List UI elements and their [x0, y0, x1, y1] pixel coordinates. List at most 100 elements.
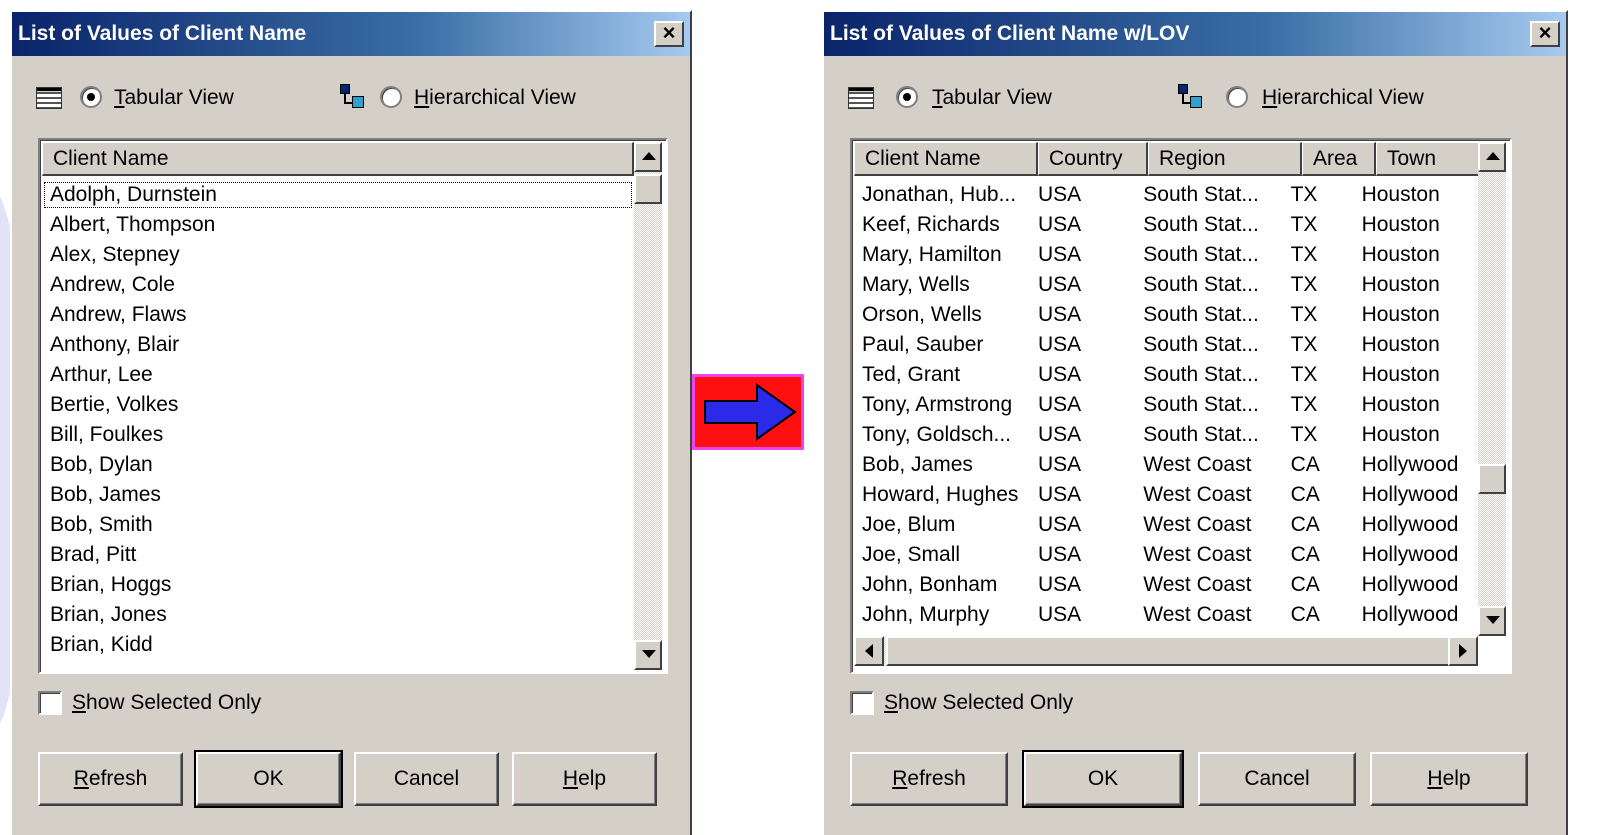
right-scroll-left-button[interactable] [854, 636, 884, 666]
table-row[interactable]: Anthony, Blair [42, 330, 634, 360]
table-cell: TX [1290, 273, 1318, 296]
left-scroll-up-button[interactable] [634, 142, 662, 172]
table-row[interactable]: Brian, Kidd [42, 630, 634, 660]
table-cell: USA [1037, 363, 1082, 386]
table-cell: Mary, Wells [862, 273, 970, 296]
table-row[interactable]: Andrew, Cole [42, 270, 634, 300]
right-dialog-close-button[interactable]: × [1530, 21, 1560, 47]
right-horizontal-scrollbar[interactable] [854, 636, 1478, 666]
left-hierarchical-view-radio[interactable] [380, 86, 402, 108]
table-row[interactable]: Brian, Hoggs [42, 570, 634, 600]
table-row[interactable]: Bob, James USA West Coast CA Hollywood [854, 450, 1478, 480]
right-dialog-titlebar[interactable]: List of Values of Client Name w/LOV × [824, 12, 1566, 56]
table-cell: Hollywood [1361, 573, 1459, 596]
table-cell: Howard, Hughes [862, 483, 1019, 506]
table-cell: Bob, Dylan [50, 453, 153, 476]
tabular-view-icon [848, 87, 874, 109]
table-cell: West Coast [1143, 513, 1252, 536]
table-cell: USA [1037, 183, 1082, 206]
right-scroll-right-button[interactable] [1448, 636, 1478, 666]
right-arrow-icon [704, 383, 797, 441]
right-vertical-scrollbar[interactable] [1478, 142, 1506, 636]
right-cancel-button[interactable]: Cancel [1198, 752, 1356, 806]
table-cell: TX [1290, 243, 1318, 266]
left-cancel-button[interactable]: Cancel [354, 752, 499, 806]
left-scroll-down-button[interactable] [634, 640, 662, 670]
left-scroll-thumb[interactable] [634, 174, 662, 204]
right-scroll-down-button[interactable] [1478, 606, 1506, 636]
table-row[interactable]: Brad, Pitt [42, 540, 634, 570]
table-row[interactable]: Keef, Richards USA South Stat... TX Houston [854, 210, 1478, 240]
column-header[interactable]: Client Name [42, 142, 634, 176]
table-cell: Brian, Hoggs [50, 573, 172, 596]
table-row[interactable]: Joe, Small USA West Coast CA Hollywood [854, 540, 1478, 570]
table-row[interactable]: Bob, James [42, 480, 634, 510]
left-refresh-button[interactable]: Refresh [38, 752, 183, 806]
column-header[interactable]: Client Name [854, 142, 1038, 176]
right-ok-button[interactable]: OK [1022, 750, 1184, 808]
table-row[interactable]: John, Bonham USA West Coast CA Hollywood [854, 570, 1478, 600]
table-cell: Bertie, Volkes [50, 393, 179, 416]
table-row[interactable]: Brian, Jones [42, 600, 634, 630]
right-scroll-up-button[interactable] [1478, 142, 1506, 172]
table-row[interactable]: Joe, Blum USA West Coast CA Hollywood [854, 510, 1478, 540]
right-show-selected-only-checkbox[interactable] [850, 691, 874, 715]
left-dialog-titlebar[interactable]: List of Values of Client Name × [12, 12, 690, 56]
left-client-list[interactable]: Client Name Adolph, Durnstein Albert, Tho… [38, 138, 668, 674]
table-cell: USA [1037, 303, 1082, 326]
table-row[interactable]: Mary, Hamilton USA South Stat... TX Houston [854, 240, 1478, 270]
left-vertical-scrollbar[interactable] [634, 142, 662, 670]
right-tabular-view-radio[interactable] [896, 86, 918, 108]
table-cell: Ted, Grant [862, 363, 961, 386]
table-row[interactable]: Ted, Grant USA South Stat... TX Houston [854, 360, 1478, 390]
table-row[interactable]: Bob, Dylan [42, 450, 634, 480]
scroll-left-arrow-icon [865, 644, 873, 658]
table-cell: USA [1037, 423, 1082, 446]
right-hierarchical-view-radio[interactable] [1226, 86, 1248, 108]
table-row[interactable]: Bob, Smith [42, 510, 634, 540]
table-row[interactable]: Albert, Thompson [42, 210, 634, 240]
right-help-button[interactable]: Help [1370, 752, 1528, 806]
right-scroll-thumb[interactable] [1478, 464, 1506, 494]
right-hierarchical-view-label[interactable]: Hierarchical View [1262, 86, 1424, 110]
table-cell: South Stat... [1143, 393, 1259, 416]
left-show-selected-only-checkbox[interactable] [38, 691, 62, 715]
table-cell: Joe, Small [862, 543, 961, 566]
table-row[interactable]: Tony, Goldsch... USA South Stat... TX Housto… [854, 420, 1478, 450]
table-row[interactable]: Bertie, Volkes [42, 390, 634, 420]
table-row[interactable]: John, Murphy USA West Coast CA Hollywood [854, 600, 1478, 630]
table-row[interactable]: Andrew, Flaws [42, 300, 634, 330]
left-help-button[interactable]: Help [512, 752, 657, 806]
table-row[interactable]: Howard, Hughes USA West Coast CA Hollywood [854, 480, 1478, 510]
left-ok-button[interactable]: OK [194, 750, 343, 808]
table-row[interactable]: Paul, Sauber USA South Stat... TX Houston [854, 330, 1478, 360]
table-cell: Bob, Smith [50, 513, 153, 536]
hierarchical-view-icon [1176, 82, 1206, 112]
right-dialog: List of Values of Client Name w/LOV × Ta… [822, 10, 1568, 835]
column-header[interactable]: Area [1302, 142, 1376, 176]
table-row[interactable]: Arthur, Lee [42, 360, 634, 390]
table-row[interactable]: Orson, Wells USA South Stat... TX Houston [854, 300, 1478, 330]
left-tabular-view-radio[interactable] [80, 86, 102, 108]
right-refresh-button[interactable]: Refresh [850, 752, 1008, 806]
left-hierarchical-view-label[interactable]: Hierarchical View [414, 86, 576, 110]
table-row[interactable]: Jonathan, Hub... USA South Stat... TX Housto… [854, 180, 1478, 210]
table-row[interactable]: Bill, Foulkes [42, 420, 634, 450]
table-cell: Houston [1361, 393, 1440, 416]
column-header[interactable]: Country [1038, 142, 1148, 176]
table-row[interactable]: Tony, Armstrong USA South Stat... TX Houston [854, 390, 1478, 420]
table-row[interactable]: Adolph, Durnstein [42, 180, 634, 210]
right-tabular-view-label[interactable]: Tabular View [932, 86, 1052, 110]
table-row[interactable]: Alex, Stepney [42, 240, 634, 270]
left-tabular-view-label[interactable]: Tabular View [114, 86, 234, 110]
table-cell: Adolph, Durnstein [42, 180, 634, 210]
left-dialog-close-button[interactable]: × [654, 21, 684, 47]
table-row[interactable]: Mary, Wells USA South Stat... TX Houston [854, 270, 1478, 300]
right-horizontal-scroll-thumb[interactable] [886, 636, 1452, 666]
left-show-selected-only-label[interactable]: Show Selected Only [72, 691, 261, 715]
right-show-selected-only-label[interactable]: Show Selected Only [884, 691, 1073, 715]
right-dialog-title: List of Values of Client Name w/LOV [830, 22, 1190, 45]
tabular-view-icon [36, 87, 62, 109]
column-header[interactable]: Region [1148, 142, 1302, 176]
right-client-table[interactable]: Client Name Country Region Area Town Jonatha… [850, 138, 1512, 674]
